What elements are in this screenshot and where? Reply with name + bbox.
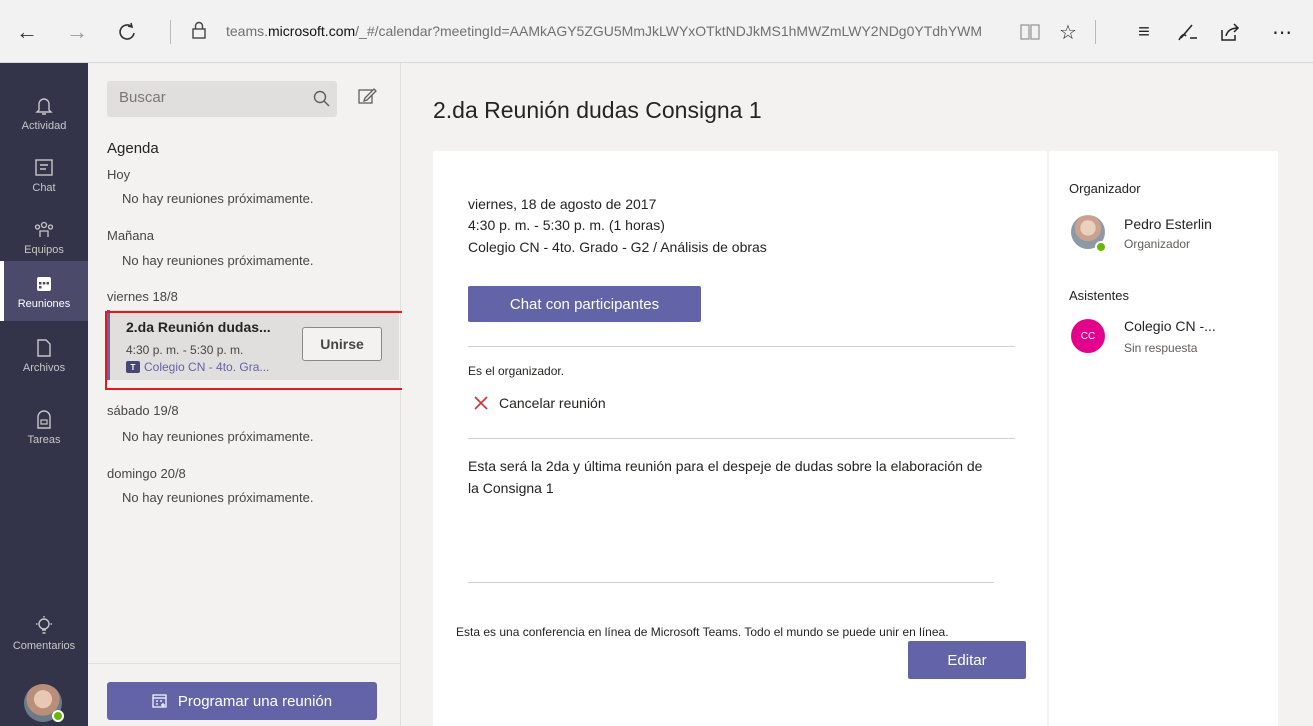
rail-item-equipos[interactable]: Equipos bbox=[0, 207, 88, 267]
presence-available-icon bbox=[52, 710, 64, 722]
page-title: 2.da Reunión dudas Consigna 1 bbox=[433, 97, 762, 123]
chat-icon bbox=[35, 158, 53, 176]
no-meetings-text: No hay reuniones próximamente. bbox=[122, 490, 314, 505]
schedule-meeting-button[interactable]: Programar una reunión bbox=[107, 682, 377, 720]
organizer-name: Pedro Esterlin bbox=[1124, 216, 1212, 232]
bell-icon bbox=[35, 97, 53, 115]
toolbar-divider bbox=[170, 20, 171, 44]
search-icon[interactable] bbox=[312, 89, 332, 109]
rail-item-chat[interactable]: Chat bbox=[0, 145, 88, 205]
search-input[interactable] bbox=[119, 89, 299, 106]
compose-icon[interactable] bbox=[356, 85, 378, 107]
rail-item-actividad[interactable]: Actividad bbox=[0, 83, 88, 143]
rail-item-label: Equipos bbox=[24, 243, 64, 256]
teams-icon bbox=[34, 221, 54, 237]
edit-button[interactable]: Editar bbox=[908, 641, 1026, 679]
url-domain: microsoft.com bbox=[268, 23, 356, 39]
lock-icon bbox=[192, 21, 206, 39]
back-icon[interactable]: ← bbox=[12, 17, 42, 47]
day-label: domingo 20/8 bbox=[107, 466, 186, 481]
meeting-date: viernes, 18 de agosto de 2017 bbox=[468, 196, 657, 212]
refresh-icon[interactable] bbox=[112, 17, 142, 47]
rail-item-label: Tareas bbox=[27, 433, 61, 446]
no-meetings-text: No hay reuniones próximamente. bbox=[122, 253, 314, 268]
organizer-role: Organizador bbox=[1124, 237, 1191, 251]
attendee-avatar[interactable]: CC bbox=[1071, 319, 1105, 353]
search-box[interactable] bbox=[107, 81, 337, 117]
rail-item-archivos[interactable]: Archivos bbox=[0, 325, 88, 385]
no-meetings-text: No hay reuniones próximamente. bbox=[122, 191, 314, 206]
divider bbox=[468, 438, 1015, 439]
meeting-time: 4:30 p. m. - 5:30 p. m. (1 horas) bbox=[468, 217, 665, 233]
organizer-note: Es el organizador. bbox=[468, 364, 565, 378]
close-icon bbox=[474, 396, 488, 410]
rail-item-label: Archivos bbox=[22, 361, 66, 374]
attendee-name: Colegio CN -... bbox=[1124, 318, 1216, 334]
tasks-icon bbox=[37, 409, 51, 429]
app-rail: Actividad Chat Equipos Reuniones Archivo… bbox=[0, 63, 88, 726]
rail-item-comentarios[interactable]: Comentarios bbox=[0, 603, 88, 663]
list-footer: Programar una reunión bbox=[88, 663, 401, 726]
organizer-heading: Organizador bbox=[1069, 181, 1141, 196]
meeting-details: 2.da Reunión dudas Consigna 1 viernes, 1… bbox=[402, 63, 1313, 726]
chat-with-participants-button[interactable]: Chat con participantes bbox=[468, 286, 701, 322]
rail-item-tareas[interactable]: Tareas bbox=[0, 397, 88, 457]
divider bbox=[468, 346, 1015, 347]
file-icon bbox=[37, 338, 51, 357]
rail-item-label: Chat bbox=[32, 181, 56, 194]
calendar-add-icon bbox=[152, 694, 167, 708]
day-label: Hoy bbox=[107, 167, 131, 182]
web-note-icon[interactable] bbox=[1174, 18, 1202, 46]
conference-note: Esta es una conferencia en línea de Micr… bbox=[456, 625, 949, 639]
share-icon[interactable] bbox=[1216, 18, 1244, 46]
rail-item-reuniones[interactable]: Reuniones bbox=[0, 261, 88, 321]
selection-highlight bbox=[105, 311, 405, 390]
cancel-meeting-label: Cancelar reunión bbox=[499, 395, 606, 411]
browser-toolbar: ← → teams.microsoft.com/_#/calendar?meet… bbox=[0, 0, 1313, 63]
address-bar[interactable]: teams.microsoft.com/_#/calendar?meetingI… bbox=[226, 23, 1006, 39]
presence-available-icon bbox=[1095, 241, 1107, 253]
meeting-channel: Colegio CN - 4to. Grado - G2 / Análisis … bbox=[468, 239, 767, 255]
toolbar-divider bbox=[1095, 20, 1096, 44]
day-label: Mañana bbox=[107, 228, 154, 243]
attendee-status: Sin respuesta bbox=[1124, 341, 1198, 355]
more-options-icon[interactable]: ⋯ bbox=[1268, 18, 1296, 46]
details-card: viernes, 18 de agosto de 2017 4:30 p. m.… bbox=[433, 151, 1047, 726]
schedule-meeting-label: Programar una reunión bbox=[177, 692, 333, 710]
rail-item-label: Reuniones bbox=[17, 297, 71, 310]
url-prefix: teams. bbox=[226, 23, 269, 39]
agenda-title: Agenda bbox=[107, 140, 159, 157]
meetings-list-panel: Agenda Hoy No hay reuniones próximamente… bbox=[88, 63, 401, 726]
forward-icon[interactable]: → bbox=[62, 17, 92, 47]
reading-view-icon[interactable] bbox=[1016, 18, 1044, 46]
rail-item-label: Actividad bbox=[21, 119, 67, 132]
no-meetings-text: No hay reuniones próximamente. bbox=[122, 429, 314, 444]
attendees-heading: Asistentes bbox=[1069, 288, 1129, 303]
day-label: viernes 18/8 bbox=[107, 289, 178, 304]
url-path: /_#/calendar?meetingId=AAMkAGY5ZGU5MmJkL… bbox=[355, 23, 983, 39]
divider bbox=[468, 582, 994, 583]
lightbulb-icon bbox=[36, 615, 52, 634]
calendar-icon bbox=[37, 276, 51, 291]
favorite-star-icon[interactable]: ☆ bbox=[1054, 18, 1082, 46]
participants-card: Organizador Pedro Esterlin Organizador A… bbox=[1049, 151, 1278, 726]
cancel-meeting-link[interactable]: Cancelar reunión bbox=[473, 395, 606, 411]
rail-item-label: Comentarios bbox=[12, 639, 76, 652]
day-label: sábado 19/8 bbox=[107, 403, 179, 418]
hub-icon[interactable]: ≡ bbox=[1130, 18, 1158, 46]
meeting-description: Esta será la 2da y última reunión para e… bbox=[468, 458, 983, 496]
